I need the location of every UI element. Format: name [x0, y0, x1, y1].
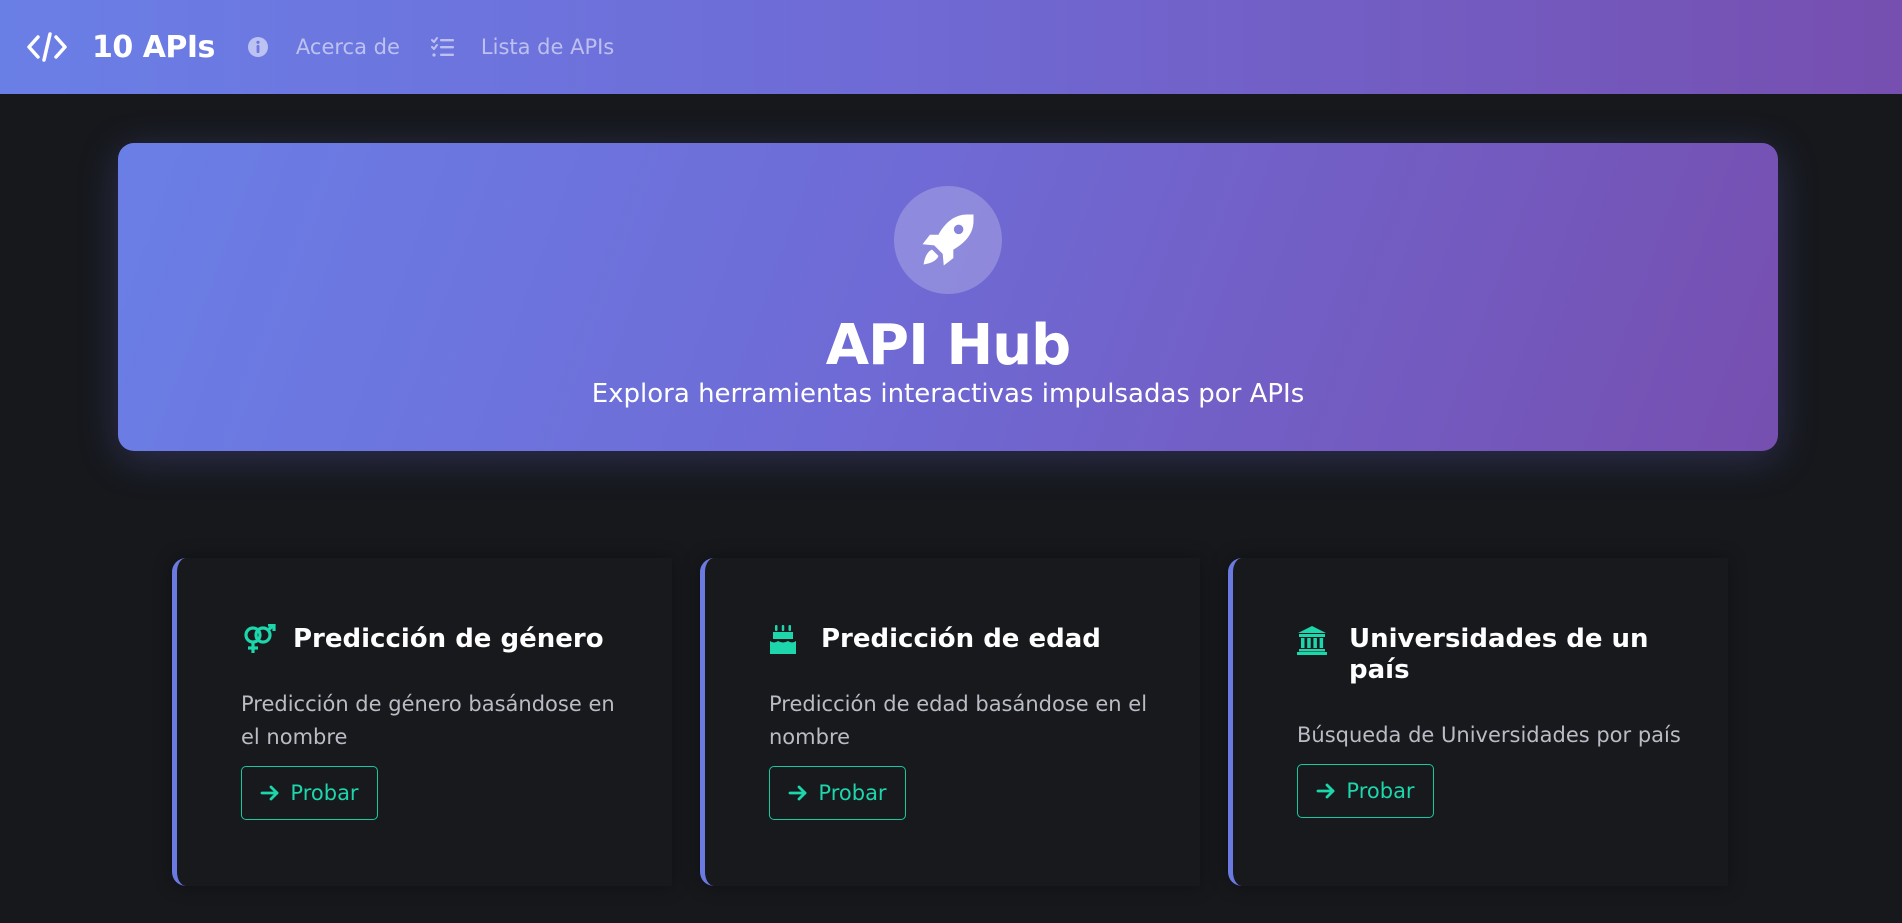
arrow-right-icon: [788, 783, 808, 803]
nav-link-api-list-label: Lista de APIs: [480, 35, 615, 59]
api-card-age: Predicción de edad Predicción de edad ba…: [700, 558, 1200, 886]
api-card-universities: Universidades de un país Búsqueda de Uni…: [1228, 558, 1728, 886]
try-gender-button[interactable]: Probar: [241, 766, 378, 820]
arrow-right-icon: [260, 783, 280, 803]
nav-link-api-list[interactable]: Lista de APIs: [430, 34, 614, 60]
university-icon: [1297, 624, 1335, 656]
card-description: Predicción de edad basándose en el nombr…: [769, 692, 1148, 749]
code-icon: [26, 26, 68, 68]
brand-link[interactable]: 10 APIs: [26, 26, 215, 68]
nav-link-about[interactable]: Acerca de: [245, 34, 400, 60]
nav-link-about-label: Acerca de: [295, 35, 400, 59]
card-header: Predicción de edad: [769, 624, 1170, 656]
info-circle-icon: [245, 34, 271, 60]
card-header: Universidades de un país: [1297, 624, 1698, 686]
navbar: 10 APIs Acerca de Lista de APIs: [0, 0, 1902, 94]
try-button-label: Probar: [1346, 779, 1415, 803]
birthday-cake-icon: [769, 624, 807, 656]
hero-title: API Hub: [825, 313, 1072, 378]
api-cards: Predicción de género Predicción de géner…: [172, 558, 1732, 886]
rocket-icon: [894, 186, 1002, 294]
hero-subtitle: Explora herramientas interactivas impuls…: [591, 379, 1305, 409]
card-header: Predicción de género: [241, 624, 642, 656]
venus-mars-icon: [241, 624, 279, 656]
card-description: Búsqueda de Universidades por país: [1297, 723, 1681, 747]
arrow-right-icon: [1316, 781, 1336, 801]
card-description: Predicción de género basándose en el nom…: [241, 692, 615, 749]
card-title: Predicción de edad: [821, 624, 1101, 654]
api-card-gender: Predicción de género Predicción de géner…: [172, 558, 672, 886]
try-age-button[interactable]: Probar: [769, 766, 906, 820]
hero-banner: API Hub Explora herramientas interactiva…: [118, 143, 1778, 451]
try-button-label: Probar: [818, 781, 887, 805]
try-button-label: Probar: [290, 781, 359, 805]
card-title: Universidades de un país: [1349, 624, 1649, 685]
try-universities-button[interactable]: Probar: [1297, 764, 1434, 818]
brand-title: 10 APIs: [92, 29, 215, 65]
list-check-icon: [430, 34, 456, 60]
card-title: Predicción de género: [293, 624, 604, 654]
